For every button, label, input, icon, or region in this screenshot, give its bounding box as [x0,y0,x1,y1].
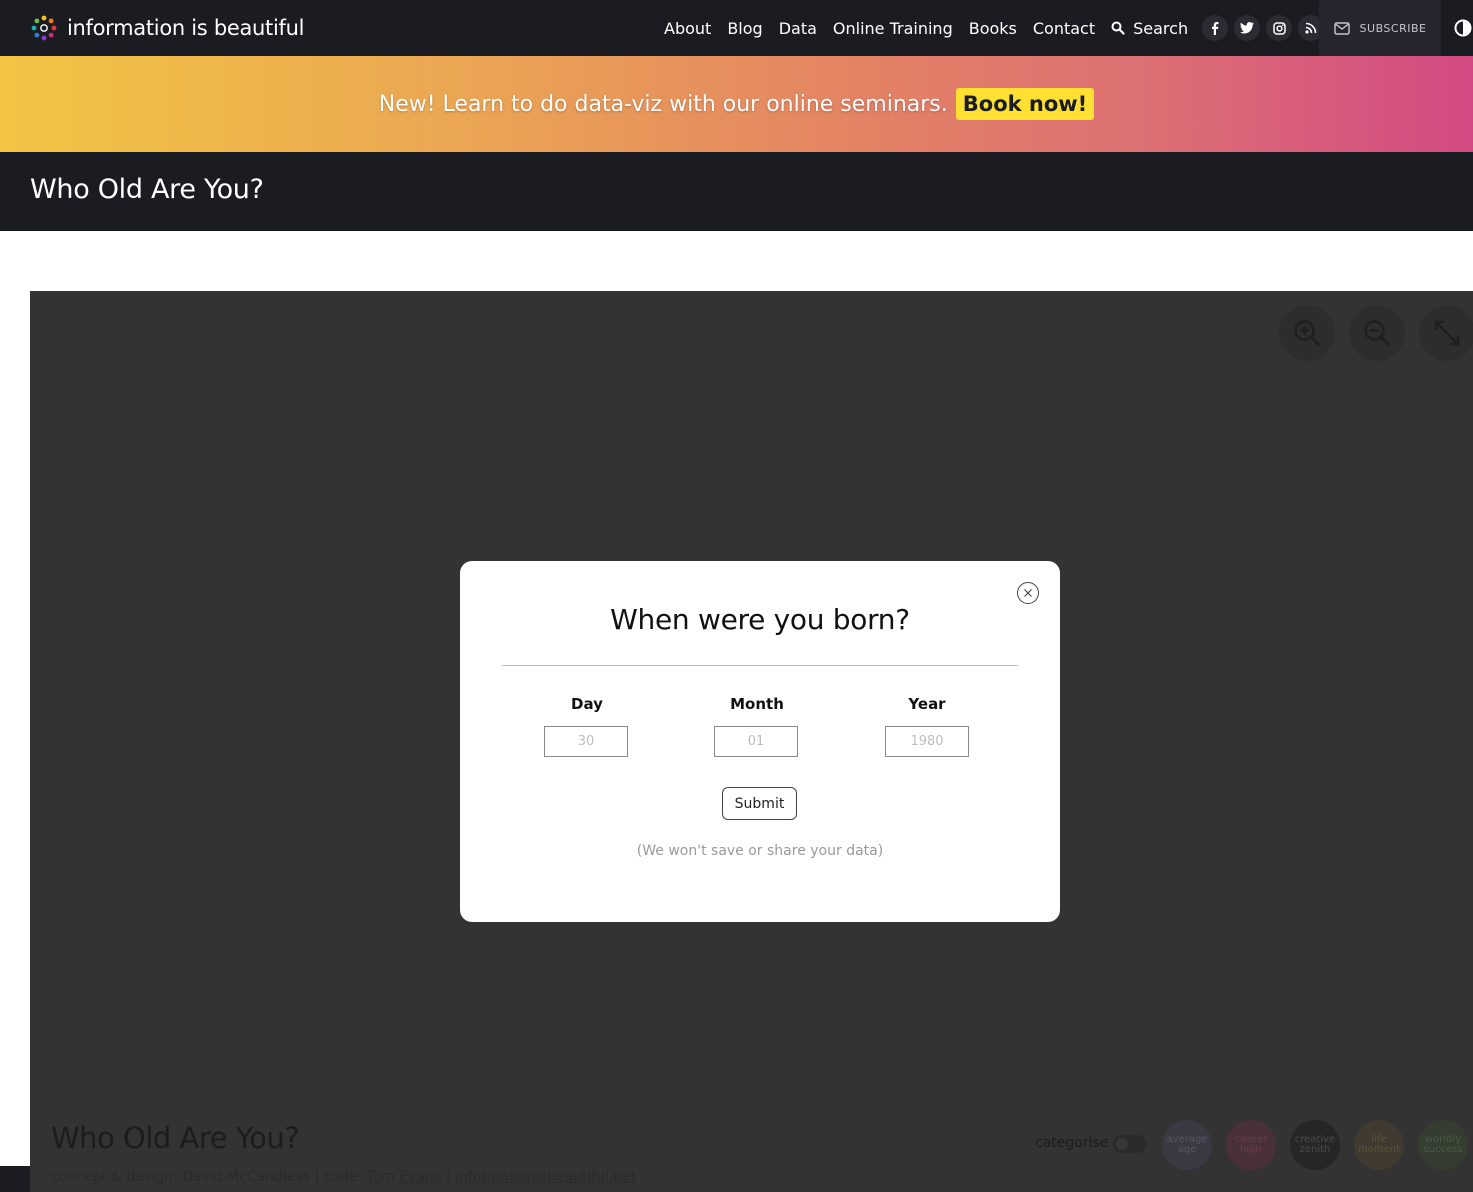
social-links [1202,15,1330,41]
category-career-high[interactable]: career high [1226,1120,1276,1170]
nav-links: About Blog Data Online Training Books Co… [664,0,1330,56]
zoom-in-button[interactable] [1279,305,1335,361]
zoom-out-button[interactable] [1349,305,1405,361]
category-label: worldly success [1423,1134,1463,1155]
site-logo[interactable]: information is beautiful [30,12,304,44]
book-now-button[interactable]: Book now! [955,88,1095,120]
subscribe-button[interactable]: SUBSCRIBE [1319,0,1441,56]
category-label: career high [1235,1134,1267,1155]
footer-edge [0,1166,30,1192]
top-navigation: information is beautiful About Blog Data… [0,0,1473,56]
viz-title: Who Old Are You? [51,1121,300,1155]
year-label: Year [908,695,946,713]
category-label: creative zenith [1294,1134,1336,1155]
modal-divider [502,665,1018,666]
nav-link-blog[interactable]: Blog [727,19,762,38]
logo-text: information is beautiful [67,16,305,40]
year-input[interactable] [885,726,969,757]
fullscreen-button[interactable] [1419,305,1473,361]
zoom-out-icon [1364,320,1391,347]
nav-link-contact[interactable]: Contact [1033,19,1095,38]
nav-link-books[interactable]: Books [969,19,1017,38]
envelope-icon [1333,21,1350,35]
privacy-note: (We won't save or share your data) [636,843,884,859]
category-creative-zenith[interactable]: creative zenith [1290,1120,1340,1170]
submit-button[interactable]: Submit [722,787,797,820]
subscribe-label: SUBSCRIBE [1359,21,1427,35]
category-label: average age [1166,1134,1208,1155]
categorise-toggle[interactable] [1113,1135,1147,1153]
instagram-icon[interactable] [1266,15,1293,41]
search-label: Search [1133,18,1189,38]
credits-prefix: concept & design: David McCandless | cod… [51,1169,367,1185]
month-input[interactable] [714,726,798,757]
modal-close-button[interactable] [1017,582,1039,604]
facebook-icon[interactable] [1202,15,1229,41]
viz-credits: concept & design: David McCandless | cod… [51,1169,636,1185]
close-icon [1024,589,1032,597]
zoom-in-icon [1294,320,1321,347]
credits-site-link[interactable]: informationisbeautiful.net [455,1169,636,1185]
expand-icon [1434,320,1460,346]
toggle-knob [1116,1138,1128,1150]
nav-search[interactable]: Search [1111,19,1188,38]
category-average-age[interactable]: average age [1162,1120,1212,1170]
category-label: life moment [1357,1134,1400,1155]
search-icon [1111,21,1125,35]
nav-link-online-training[interactable]: Online Training [833,19,953,38]
theme-toggle[interactable] [1447,0,1473,56]
page-title: Who Old Are You? [30,174,264,205]
modal-title: When were you born? [610,603,910,636]
month-label: Month [730,695,784,713]
credits-separator: | [441,1169,455,1185]
day-input[interactable] [544,726,628,757]
category-life-moment[interactable]: life moment [1354,1120,1404,1170]
nav-link-about[interactable]: About [664,19,711,38]
categorise-label: categorise [1035,1135,1109,1151]
twitter-icon[interactable] [1234,15,1261,41]
title-bar: Who Old Are You? [0,152,1473,231]
promo-banner: New! Learn to do data-viz with our onlin… [0,56,1473,152]
banner-text: New! Learn to do data-viz with our onlin… [378,91,948,117]
contrast-icon [1454,19,1472,37]
day-label: Day [571,695,603,713]
logo-starburst-icon [30,14,58,42]
credits-coder-link[interactable]: Tom Evans [367,1169,442,1185]
nav-link-data[interactable]: Data [779,19,817,38]
birthdate-modal: When were you born? Day Month Year Submi… [460,561,1060,922]
category-worldly-success[interactable]: worldly success [1418,1120,1468,1170]
